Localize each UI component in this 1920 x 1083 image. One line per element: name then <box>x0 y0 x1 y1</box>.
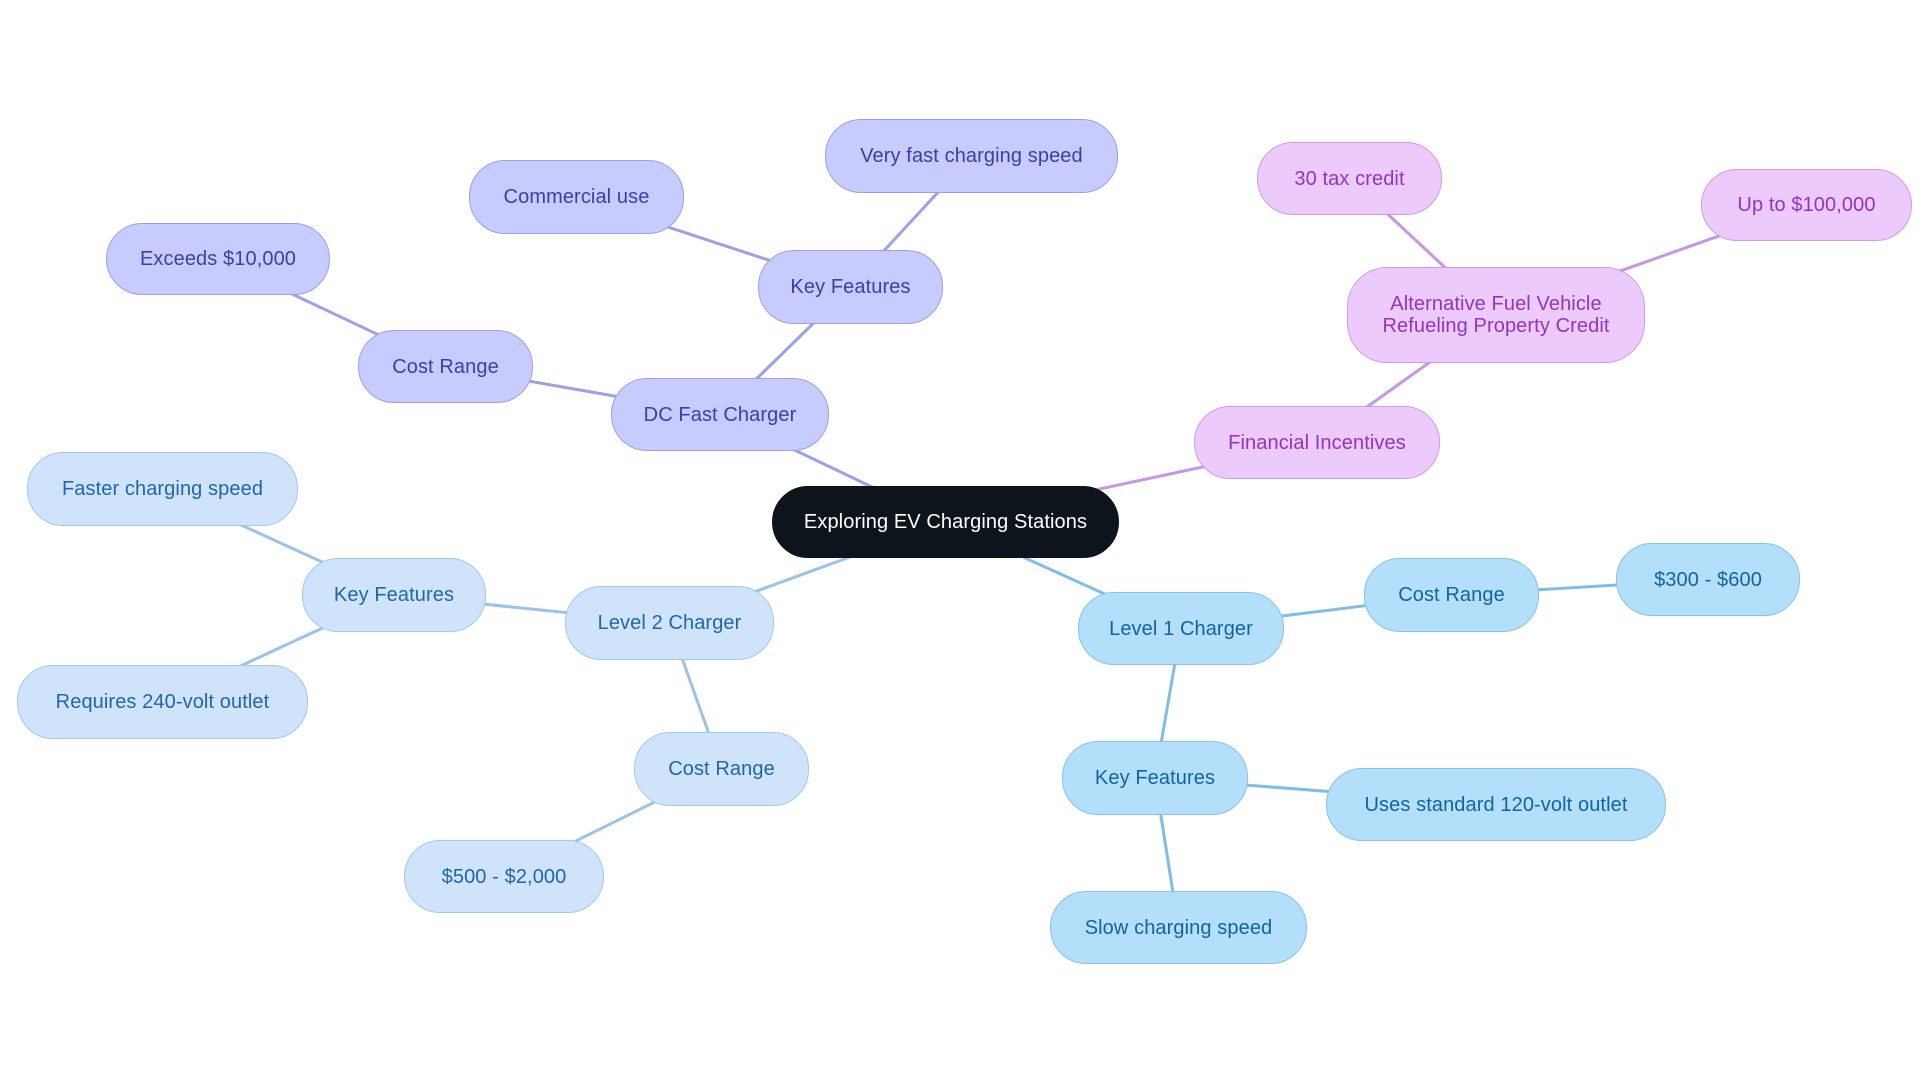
level-2-charger-node[interactable]: Level 2 Charger <box>565 586 774 660</box>
level-1-charger-node[interactable]: Level 1 Charger <box>1078 592 1284 665</box>
tax-credit-node[interactable]: 30 tax credit <box>1257 142 1442 215</box>
dc-key-features-node[interactable]: Key Features <box>758 250 943 324</box>
l2-cost-range-node[interactable]: Cost Range <box>634 732 809 806</box>
l2-cost-value-node[interactable]: $500 - $2,000 <box>404 840 604 913</box>
l2-feature-240v-node[interactable]: Requires 240-volt outlet <box>17 665 308 739</box>
l1-key-features-node[interactable]: Key Features <box>1062 741 1248 815</box>
l1-cost-range-node[interactable]: Cost Range <box>1364 558 1539 632</box>
l1-feature-slow-speed-node[interactable]: Slow charging speed <box>1050 891 1307 964</box>
l1-feature-120v-node[interactable]: Uses standard 120-volt outlet <box>1326 768 1666 841</box>
dc-cost-value-node[interactable]: Exceeds $10,000 <box>106 223 330 295</box>
dc-feature-commercial-use-node[interactable]: Commercial use <box>469 160 684 234</box>
credit-limit-node[interactable]: Up to $100,000 <box>1701 169 1912 241</box>
root-node[interactable]: Exploring EV Charging Stations <box>772 486 1119 558</box>
dc-feature-very-fast-node[interactable]: Very fast charging speed <box>825 119 1118 193</box>
dc-fast-charger-node[interactable]: DC Fast Charger <box>611 378 829 451</box>
alt-fuel-credit-node[interactable]: Alternative Fuel Vehicle Refueling Prope… <box>1347 267 1645 363</box>
l2-key-features-node[interactable]: Key Features <box>302 558 486 632</box>
l2-feature-faster-speed-node[interactable]: Faster charging speed <box>27 452 298 526</box>
l1-cost-value-node[interactable]: $300 - $600 <box>1616 543 1800 616</box>
financial-incentives-node[interactable]: Financial Incentives <box>1194 406 1440 479</box>
mind-map-canvas: Exploring EV Charging Stations DC Fast C… <box>0 0 1920 1083</box>
dc-cost-range-node[interactable]: Cost Range <box>358 330 533 403</box>
